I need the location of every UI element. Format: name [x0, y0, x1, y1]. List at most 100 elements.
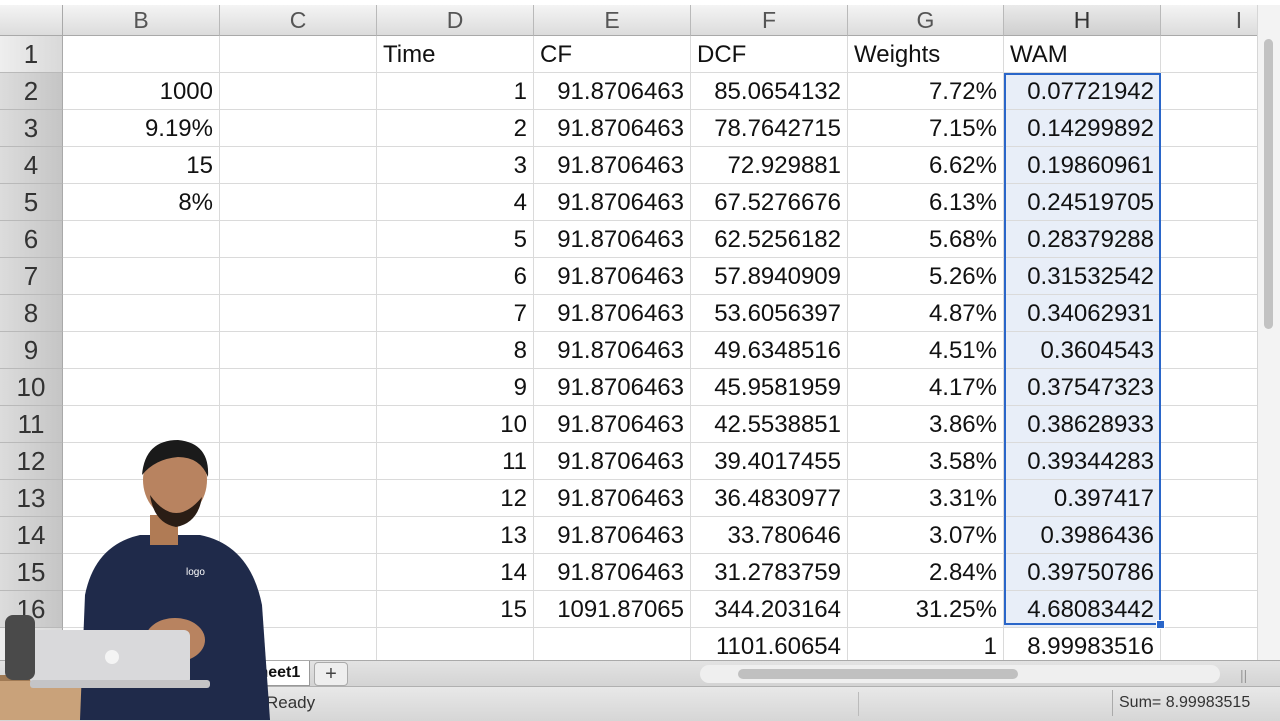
spreadsheet-grid[interactable]: B C D E F G H I 1 Time CF DCF Weights WAM 2 1000 1 91.870…	[0, 0, 1280, 665]
cell-b6[interactable]	[63, 221, 220, 258]
cell-e10[interactable]: 91.8706463	[534, 369, 691, 406]
cell-f9[interactable]: 49.6348516	[691, 332, 848, 369]
column-header-b[interactable]: B	[63, 5, 220, 36]
cell-g1[interactable]: Weights	[848, 36, 1004, 73]
cell-c3[interactable]	[220, 110, 377, 147]
row-header-12[interactable]: 12	[0, 443, 63, 480]
cell-f8[interactable]: 53.6056397	[691, 295, 848, 332]
row-header-8[interactable]: 8	[0, 295, 63, 332]
cell-e16[interactable]: 1091.87065	[534, 591, 691, 628]
vertical-scroll-thumb[interactable]	[1264, 39, 1273, 329]
cell-c6[interactable]	[220, 221, 377, 258]
cell-h8[interactable]: 0.34062931	[1004, 295, 1161, 332]
cell-f7[interactable]: 57.8940909	[691, 258, 848, 295]
cell-c13[interactable]	[220, 480, 377, 517]
cell-d8[interactable]: 7	[377, 295, 534, 332]
cell-g10[interactable]: 4.17%	[848, 369, 1004, 406]
cell-c14[interactable]	[220, 517, 377, 554]
cell-f4[interactable]: 72.929881	[691, 147, 848, 184]
cell-e2[interactable]: 91.8706463	[534, 73, 691, 110]
cell-c5[interactable]	[220, 184, 377, 221]
row-header-5[interactable]: 5	[0, 184, 63, 221]
cell-d6[interactable]: 5	[377, 221, 534, 258]
cell-f1[interactable]: DCF	[691, 36, 848, 73]
cell-f11[interactable]: 42.5538851	[691, 406, 848, 443]
row-header-1[interactable]: 1	[0, 36, 63, 73]
cell-g9[interactable]: 4.51%	[848, 332, 1004, 369]
cell-f14[interactable]: 33.780646	[691, 517, 848, 554]
cell-h12[interactable]: 0.39344283	[1004, 443, 1161, 480]
cell-c4[interactable]	[220, 147, 377, 184]
row-header-4[interactable]: 4	[0, 147, 63, 184]
row-header-16[interactable]: 16	[0, 591, 63, 628]
cell-b1[interactable]	[63, 36, 220, 73]
cell-h10[interactable]: 0.37547323	[1004, 369, 1161, 406]
cell-e12[interactable]: 91.8706463	[534, 443, 691, 480]
cell-b4[interactable]: 15	[63, 147, 220, 184]
cell-f13[interactable]: 36.4830977	[691, 480, 848, 517]
horizontal-scrollbar[interactable]	[700, 665, 1220, 683]
cell-g6[interactable]: 5.68%	[848, 221, 1004, 258]
cell-e14[interactable]: 91.8706463	[534, 517, 691, 554]
cell-d16[interactable]: 15	[377, 591, 534, 628]
column-header-c[interactable]: C	[220, 5, 377, 36]
cell-e1[interactable]: CF	[534, 36, 691, 73]
row-header-3[interactable]: 3	[0, 110, 63, 147]
add-sheet-button[interactable]: +	[314, 662, 348, 686]
cell-g5[interactable]: 6.13%	[848, 184, 1004, 221]
cell-g3[interactable]: 7.15%	[848, 110, 1004, 147]
cell-e6[interactable]: 91.8706463	[534, 221, 691, 258]
cell-d5[interactable]: 4	[377, 184, 534, 221]
row-header-14[interactable]: 14	[0, 517, 63, 554]
cell-h1[interactable]: WAM	[1004, 36, 1161, 73]
cell-g16[interactable]: 31.25%	[848, 591, 1004, 628]
cell-f5[interactable]: 67.5276676	[691, 184, 848, 221]
column-header-h[interactable]: H	[1004, 5, 1161, 36]
cell-e8[interactable]: 91.8706463	[534, 295, 691, 332]
cell-c1[interactable]	[220, 36, 377, 73]
cell-d3[interactable]: 2	[377, 110, 534, 147]
cell-g2[interactable]: 7.72%	[848, 73, 1004, 110]
cell-h4[interactable]: 0.19860961	[1004, 147, 1161, 184]
cell-f15[interactable]: 31.2783759	[691, 554, 848, 591]
cell-b15[interactable]	[63, 554, 220, 591]
cell-d7[interactable]: 6	[377, 258, 534, 295]
cell-h2[interactable]: 0.07721942	[1004, 73, 1161, 110]
row-header-10[interactable]: 10	[0, 369, 63, 406]
cell-g14[interactable]: 3.07%	[848, 517, 1004, 554]
cell-g4[interactable]: 6.62%	[848, 147, 1004, 184]
cell-g13[interactable]: 3.31%	[848, 480, 1004, 517]
row-header-7[interactable]: 7	[0, 258, 63, 295]
column-header-e[interactable]: E	[534, 5, 691, 36]
cell-c2[interactable]	[220, 73, 377, 110]
cell-b10[interactable]	[63, 369, 220, 406]
cell-b16[interactable]	[63, 591, 220, 628]
cell-d2[interactable]: 1	[377, 73, 534, 110]
cell-e7[interactable]: 91.8706463	[534, 258, 691, 295]
cell-b5[interactable]: 8%	[63, 184, 220, 221]
cell-b9[interactable]	[63, 332, 220, 369]
cell-h13[interactable]: 0.397417	[1004, 480, 1161, 517]
cell-e13[interactable]: 91.8706463	[534, 480, 691, 517]
cell-h15[interactable]: 0.39750786	[1004, 554, 1161, 591]
column-header-g[interactable]: G	[848, 5, 1004, 36]
row-header-11[interactable]: 11	[0, 406, 63, 443]
cell-d9[interactable]: 8	[377, 332, 534, 369]
cell-g8[interactable]: 4.87%	[848, 295, 1004, 332]
cell-h9[interactable]: 0.3604543	[1004, 332, 1161, 369]
cell-c15[interactable]	[220, 554, 377, 591]
cell-e5[interactable]: 91.8706463	[534, 184, 691, 221]
cell-h5[interactable]: 0.24519705	[1004, 184, 1161, 221]
cell-h3[interactable]: 0.14299892	[1004, 110, 1161, 147]
cell-b14[interactable]	[63, 517, 220, 554]
cell-e9[interactable]: 91.8706463	[534, 332, 691, 369]
cell-g15[interactable]: 2.84%	[848, 554, 1004, 591]
cell-f2[interactable]: 85.0654132	[691, 73, 848, 110]
cell-e4[interactable]: 91.8706463	[534, 147, 691, 184]
cell-d15[interactable]: 14	[377, 554, 534, 591]
cell-h16[interactable]: 4.68083442	[1004, 591, 1161, 628]
cell-b13[interactable]	[63, 480, 220, 517]
horizontal-scroll-thumb[interactable]	[738, 669, 1018, 679]
cell-d14[interactable]: 13	[377, 517, 534, 554]
cell-c7[interactable]	[220, 258, 377, 295]
